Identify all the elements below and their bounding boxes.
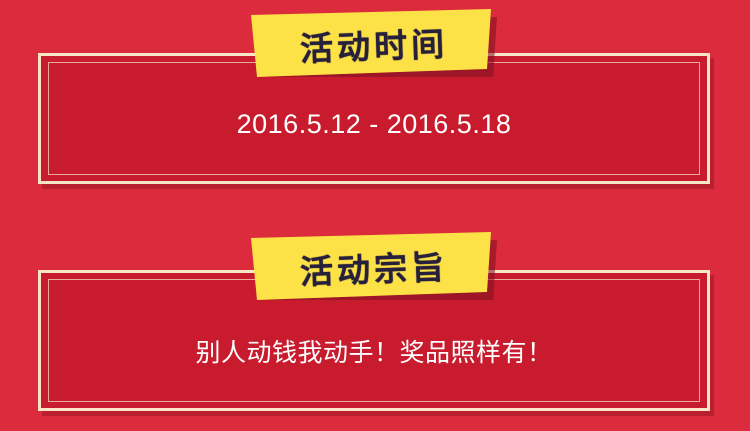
activity-time-ribbon: 活动时间 xyxy=(247,7,501,77)
activity-purpose-ribbon: 活动宗旨 xyxy=(247,230,501,300)
activity-time-text: 2016.5.12 - 2016.5.18 xyxy=(236,109,512,139)
activity-time-title: 活动时间 xyxy=(299,24,449,69)
activity-purpose-title: 活动宗旨 xyxy=(299,247,449,292)
activity-purpose-text: 别人动钱我动手！奖品照样有！ xyxy=(195,338,553,367)
event-info-page: { "sections": [ { "title": "活动时间", "text… xyxy=(0,0,750,431)
